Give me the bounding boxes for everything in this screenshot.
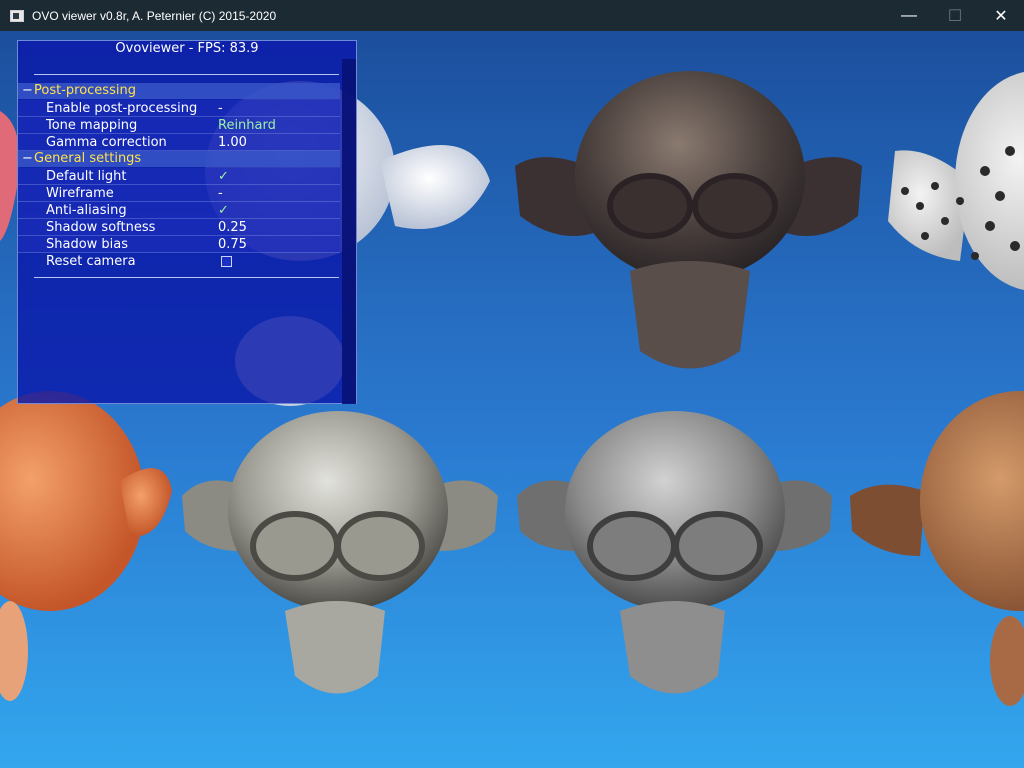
collapse-icon[interactable]: − <box>22 83 33 99</box>
collapse-icon[interactable]: − <box>22 151 33 167</box>
window-titlebar[interactable]: OVO viewer v0.8r, A. Peternier (C) 2015-… <box>0 0 1024 31</box>
settings-panel[interactable]: Ovoviewer - FPS: 83.9 − Post-processing … <box>17 40 357 404</box>
default-light-checkbox[interactable]: ✓ <box>218 168 229 185</box>
panel-title: Ovoviewer - FPS: 83.9 <box>115 41 259 56</box>
shadow-bias-value[interactable]: 0.75 <box>218 236 247 253</box>
monkey-head-wood <box>850 391 1024 706</box>
minimize-button[interactable]: — <box>886 0 932 31</box>
setting-label: Tone mapping <box>46 118 138 133</box>
panel-divider-bottom <box>34 277 339 278</box>
setting-gamma-correction[interactable]: Gamma correction 1.00 <box>18 134 340 151</box>
window-title: OVO viewer v0.8r, A. Peternier (C) 2015-… <box>32 8 277 23</box>
shadow-softness-value[interactable]: 0.25 <box>218 219 247 236</box>
setting-label: Wireframe <box>46 186 114 201</box>
tone-mapping-select[interactable]: Reinhard <box>218 117 276 134</box>
monkey-head-granite <box>182 411 498 694</box>
panel-divider-top <box>34 74 339 75</box>
3d-viewport[interactable]: Ovoviewer - FPS: 83.9 − Post-processing … <box>0 31 1024 768</box>
setting-label: Default light <box>46 169 127 184</box>
section-label: General settings <box>34 151 142 166</box>
setting-value[interactable]: - <box>218 100 223 117</box>
reset-camera-button[interactable] <box>218 253 232 270</box>
monkey-head-orange-rust <box>0 391 172 701</box>
setting-reset-camera[interactable]: Reset camera <box>18 253 340 270</box>
section-post-processing[interactable]: − Post-processing <box>18 83 340 99</box>
setting-label: Gamma correction <box>46 135 167 150</box>
setting-enable-post-processing[interactable]: Enable post-processing - <box>18 100 340 117</box>
setting-label: Enable post-processing <box>46 101 198 116</box>
setting-default-light[interactable]: Default light ✓ <box>18 168 340 185</box>
app-icon <box>10 9 24 22</box>
setting-tone-mapping[interactable]: Tone mapping Reinhard <box>18 117 340 134</box>
monkey-head-grey-marble <box>517 411 832 694</box>
reset-camera-checkbox-icon[interactable] <box>221 256 232 267</box>
setting-label: Reset camera <box>46 254 136 269</box>
monkey-head-leopard <box>888 72 1024 290</box>
setting-wireframe[interactable]: Wireframe - <box>18 185 340 202</box>
panel-scrollbar[interactable] <box>342 59 356 404</box>
anti-aliasing-checkbox[interactable]: ✓ <box>218 202 229 219</box>
setting-shadow-softness[interactable]: Shadow softness 0.25 <box>18 219 340 236</box>
gamma-correction-value[interactable]: 1.00 <box>218 134 247 151</box>
maximize-button[interactable]: ☐ <box>932 0 978 31</box>
close-button[interactable]: ✕ <box>978 0 1024 31</box>
section-general-settings[interactable]: − General settings <box>18 151 340 167</box>
setting-label: Shadow bias <box>46 237 129 252</box>
section-label: Post-processing <box>34 83 136 98</box>
wireframe-checkbox[interactable]: - <box>218 185 223 202</box>
monkey-head-dark-stone <box>515 71 862 369</box>
setting-label: Anti-aliasing <box>46 203 127 218</box>
setting-shadow-bias[interactable]: Shadow bias 0.75 <box>18 236 340 253</box>
setting-label: Shadow softness <box>46 220 156 235</box>
setting-anti-aliasing[interactable]: Anti-aliasing ✓ <box>18 202 340 219</box>
